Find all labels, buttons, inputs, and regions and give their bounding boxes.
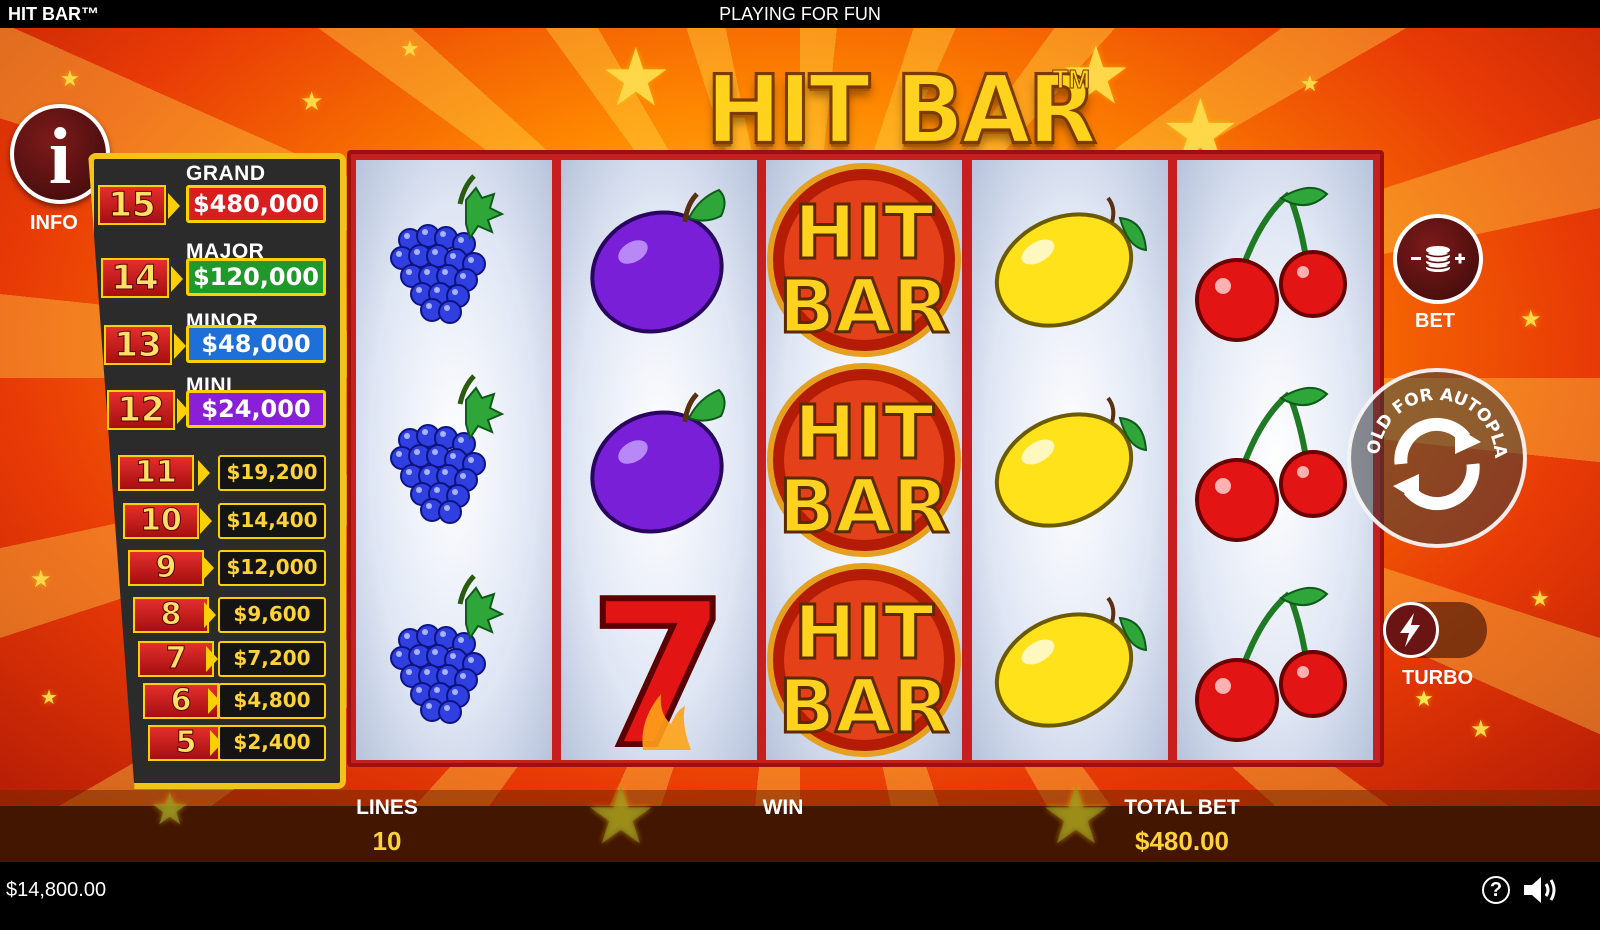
jackpot-arrow	[174, 333, 186, 359]
lines-label: LINES	[356, 796, 418, 819]
top-bar: HIT BAR™ PLAYING FOR FUN	[0, 0, 1600, 28]
grapes-symbol	[356, 160, 552, 360]
prize-symbol-count: 11	[118, 455, 194, 491]
jackpot-value: $24,000	[186, 390, 326, 428]
spin-graphic: HOLD FOR AUTOPLAY	[1344, 357, 1510, 511]
win-label: WIN	[762, 796, 804, 819]
autoplay-label: HOLD FOR AUTOPLAY	[1351, 372, 1510, 460]
speaker-icon	[1524, 877, 1556, 903]
jackpot-value: $120,000	[186, 258, 326, 296]
spin-button[interactable]: HOLD FOR AUTOPLAY	[1344, 357, 1527, 548]
prize-symbol-count: 7	[138, 641, 214, 677]
prize-symbol-count: 8	[133, 597, 209, 633]
plum-symbol	[561, 160, 757, 360]
jackpot-symbol-count: 13	[104, 325, 172, 365]
prize-value: $7,200	[218, 641, 326, 677]
balance-value: $14,800.00	[6, 879, 107, 901]
info-label: INFO	[30, 212, 78, 234]
prize-value: $12,000	[218, 550, 326, 586]
jackpot-symbol-count: 15	[98, 185, 166, 225]
star-icon: ★	[60, 66, 80, 91]
turbo-toggle[interactable]	[1383, 602, 1487, 658]
prize-symbol-count: 10	[123, 503, 199, 539]
star-icon: ★	[1530, 586, 1550, 611]
prize-arrow	[206, 646, 218, 672]
grapes-symbol	[356, 360, 552, 560]
star-icon: ★	[585, 771, 657, 860]
trademark-mark: TM	[1052, 64, 1091, 95]
star-icon: ★	[600, 33, 672, 122]
coins-icon	[1411, 246, 1465, 272]
lightning-icon	[1400, 613, 1420, 647]
prize-value: $4,800	[218, 683, 326, 719]
jackpot-value: $480,000	[186, 185, 326, 223]
star-icon: ★	[150, 785, 190, 834]
reel-2: 7	[561, 160, 757, 795]
prize-value: $19,200	[218, 455, 326, 491]
prize-value: $9,600	[218, 597, 326, 633]
grapes-symbol	[356, 560, 552, 760]
jackpot-value: $48,000	[186, 325, 326, 363]
svg-text:BAR: BAR	[779, 264, 950, 350]
jackpot-symbol-count: 14	[101, 258, 169, 298]
help-button[interactable]: ?	[1482, 876, 1510, 904]
prize-arrow	[202, 555, 214, 581]
prize-symbol-count: 9	[128, 550, 204, 586]
prize-value: $2,400	[218, 725, 326, 761]
bet-button[interactable]	[1393, 214, 1483, 304]
bottom-bar: $14,800.00 ?	[0, 862, 1600, 930]
lines-value: 10	[372, 826, 402, 856]
lemon-symbol	[972, 160, 1168, 360]
svg-text:BAR: BAR	[779, 464, 950, 550]
seven-symbol: 7	[561, 556, 757, 795]
prize-arrow	[198, 460, 210, 486]
reel-4	[972, 160, 1168, 760]
prize-value: $14,400	[218, 503, 326, 539]
sound-button[interactable]	[1522, 874, 1562, 906]
turbo-knob	[1383, 602, 1439, 658]
reel-area: 7 HIT BAR HIT BAR HIT BAR	[347, 150, 1384, 795]
cherries-symbol	[1177, 160, 1373, 360]
star-icon: ★	[40, 687, 58, 709]
svg-text:BAR: BAR	[779, 664, 950, 750]
lemon-symbol	[972, 560, 1168, 760]
hit-bar-symbol: HIT BAR	[766, 560, 962, 760]
play-mode-label: PLAYING FOR FUN	[719, 4, 881, 24]
reel-3: HIT BAR HIT BAR HIT BAR	[766, 160, 962, 760]
total-bet-value: $480.00	[1135, 826, 1229, 856]
hit-bar-symbol: HIT BAR	[766, 360, 962, 560]
jackpot-name: GRAND	[186, 162, 266, 185]
help-icon: ?	[1489, 879, 1503, 901]
star-icon: ★	[300, 86, 324, 116]
star-icon: ★	[400, 36, 420, 61]
bet-label: BET	[1415, 310, 1455, 332]
star-icon: ★	[1300, 71, 1320, 96]
jackpot-symbol-count: 12	[107, 390, 175, 430]
plum-symbol	[561, 360, 757, 560]
cherries-symbol	[1177, 560, 1373, 760]
hit-bar-symbol: HIT BAR	[766, 160, 962, 360]
cherries-symbol	[1177, 360, 1373, 560]
star-icon: ★	[1520, 306, 1542, 333]
lemon-symbol	[972, 360, 1168, 560]
info-bar: ★ ★ ★ LINES 10 WIN TOTAL BET $480.00	[0, 776, 1600, 862]
prize-arrow	[204, 602, 216, 628]
total-bet-label: TOTAL BET	[1124, 796, 1240, 819]
jackpot-arrow	[171, 266, 183, 292]
jackpot-arrow	[168, 193, 180, 219]
reel-5	[1177, 160, 1373, 760]
star-icon: ★	[1414, 686, 1434, 711]
star-icon: ★	[1470, 716, 1492, 743]
star-icon: ★	[30, 566, 52, 593]
turbo-label: TURBO	[1402, 667, 1474, 689]
reel-1	[356, 160, 552, 760]
prize-arrow	[200, 508, 212, 534]
